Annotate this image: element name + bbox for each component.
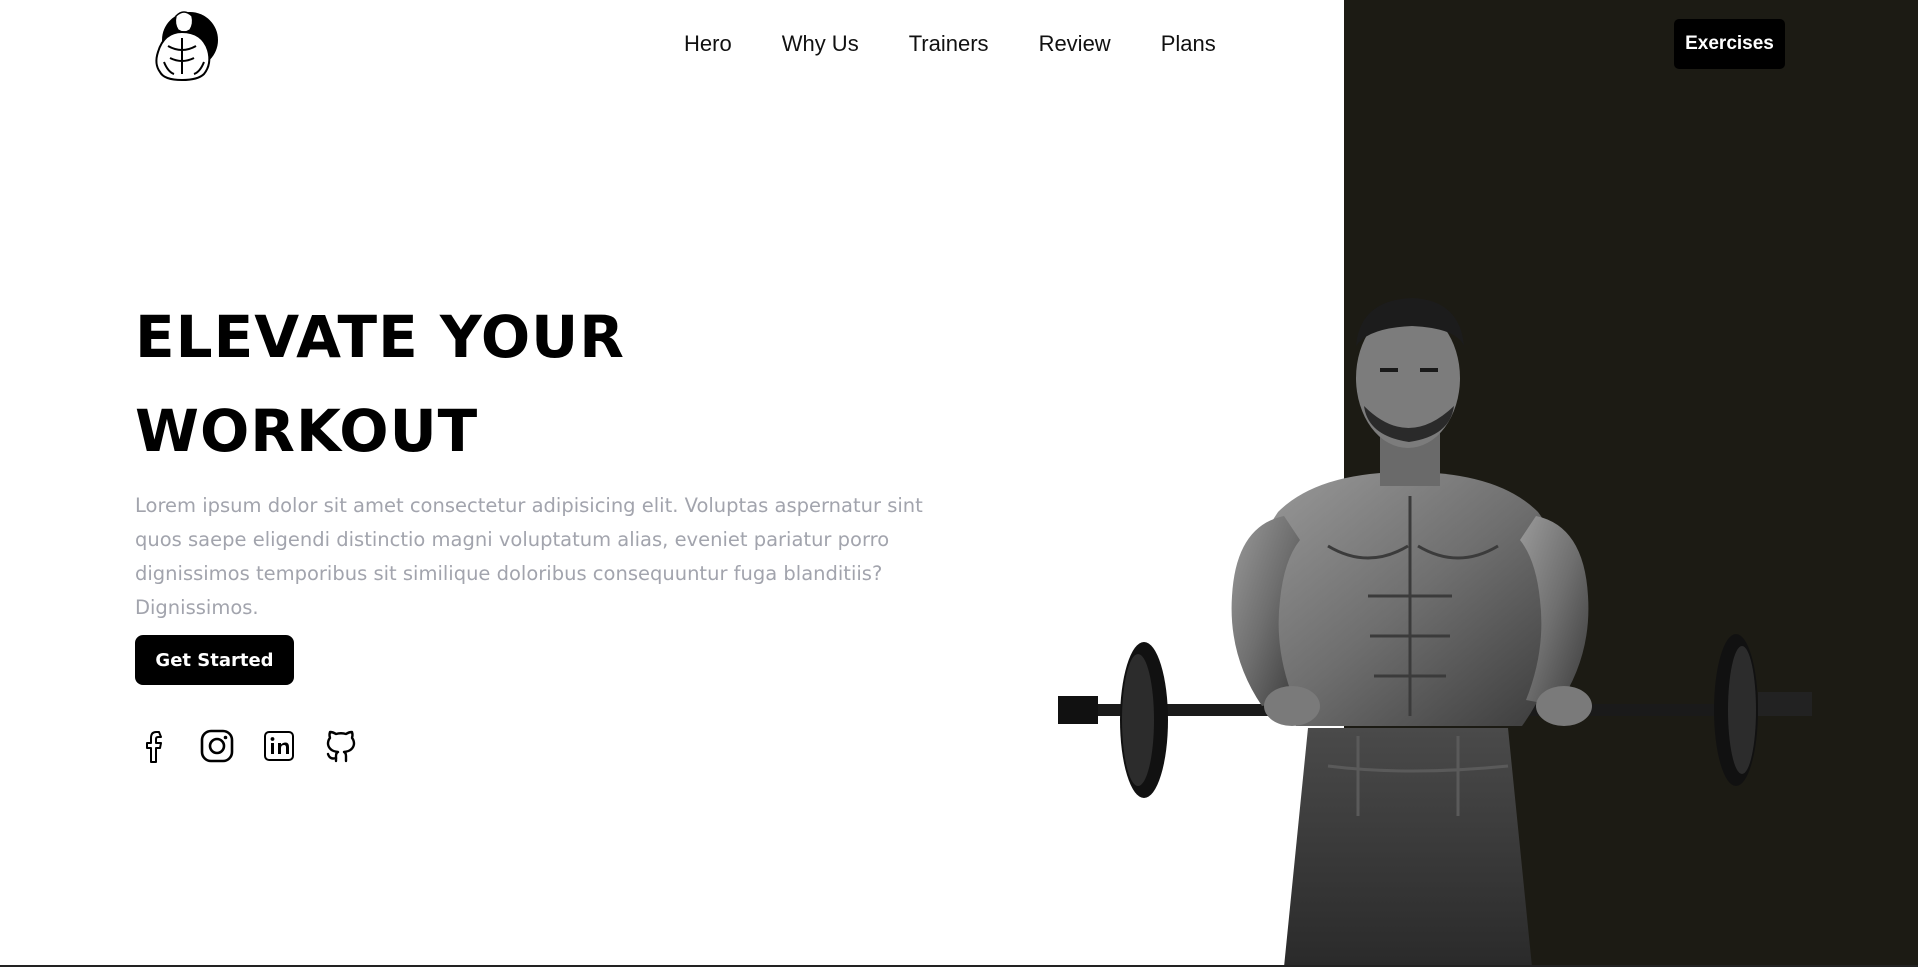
instagram-icon[interactable]	[199, 728, 235, 764]
nav-link-why-us[interactable]: Why Us	[782, 26, 859, 62]
github-icon[interactable]	[323, 728, 359, 764]
bodybuilder-logo-icon	[155, 11, 218, 82]
main-nav: Hero Why Us Trainers Review Plans	[684, 26, 1216, 62]
nav-link-hero[interactable]: Hero	[684, 26, 732, 62]
get-started-button[interactable]: Get Started	[135, 635, 294, 685]
hero-title-line-1: ELEVATE YOUR	[135, 303, 625, 371]
exercises-button[interactable]: Exercises	[1674, 19, 1785, 69]
nav-link-trainers[interactable]: Trainers	[909, 26, 989, 62]
hero-title: ELEVATE YOUR WORKOUT	[135, 290, 625, 478]
nav-link-review[interactable]: Review	[1039, 26, 1111, 62]
hero-description: Lorem ipsum dolor sit amet consectetur a…	[135, 494, 923, 619]
hero-title-line-2: WORKOUT	[135, 397, 479, 465]
social-links	[137, 728, 359, 764]
facebook-icon[interactable]	[137, 728, 173, 764]
brand-logo[interactable]	[146, 6, 220, 82]
nav-link-plans[interactable]: Plans	[1161, 26, 1216, 62]
athlete-barbell-image	[1058, 296, 1812, 967]
linkedin-icon[interactable]	[261, 728, 297, 764]
